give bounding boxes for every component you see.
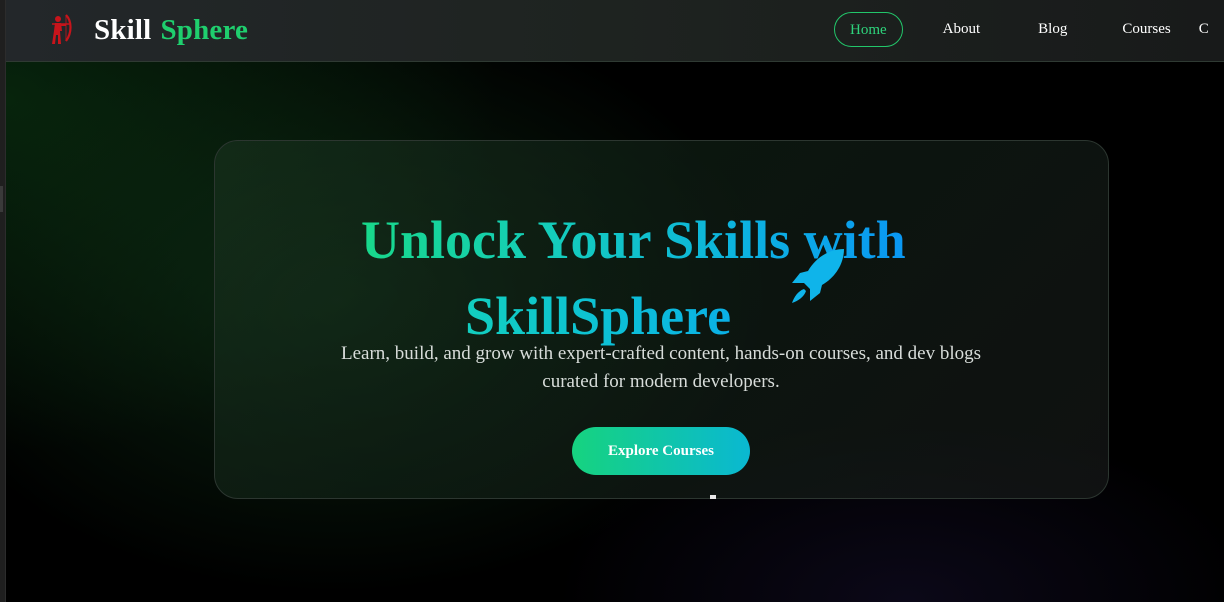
nav-home[interactable]: Home xyxy=(834,11,903,47)
nav-blog[interactable]: Blog xyxy=(1038,21,1067,38)
text-cursor xyxy=(710,495,716,499)
page: Skill Sphere Home About Blog Courses C Un… xyxy=(6,0,1224,602)
nav-item-truncated[interactable]: C xyxy=(1199,21,1209,38)
brand-name-first: Skill xyxy=(94,13,152,46)
archer-icon xyxy=(48,13,74,47)
edge-handle[interactable] xyxy=(0,186,3,212)
rocket-icon xyxy=(786,245,848,307)
hero-subtitle: Learn, build, and grow with expert-craft… xyxy=(341,343,981,392)
main-nav: Home About Blog Courses C xyxy=(834,10,1209,48)
navbar: Skill Sphere Home About Blog Courses C xyxy=(6,0,1224,62)
brand[interactable]: Skill Sphere xyxy=(48,8,248,52)
nav-about[interactable]: About xyxy=(943,21,981,38)
nav-courses[interactable]: Courses xyxy=(1122,21,1170,38)
brand-name-second: Sphere xyxy=(160,13,249,46)
explore-courses-button[interactable]: Explore Courses xyxy=(572,427,750,475)
brand-name: Skill Sphere xyxy=(94,14,248,47)
